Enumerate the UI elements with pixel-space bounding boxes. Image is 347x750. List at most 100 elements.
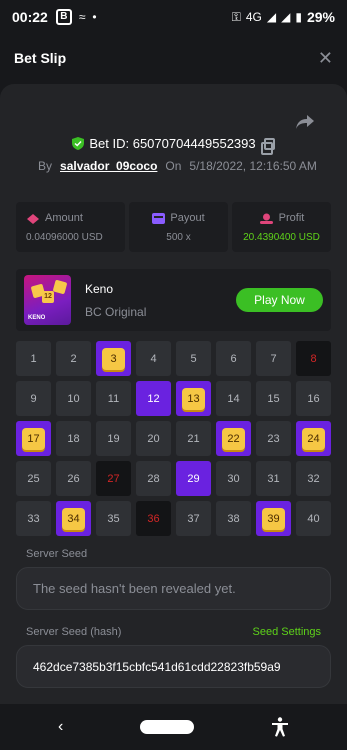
game-name: Keno xyxy=(85,281,114,296)
keno-cell-28: 28 xyxy=(136,461,171,496)
keno-thumbnail: 12 KENO xyxy=(24,275,71,325)
keno-cell-10: 10 xyxy=(56,381,91,416)
signal-icon-2: ◢ xyxy=(281,10,291,24)
keno-cell-14: 14 xyxy=(216,381,251,416)
username-link[interactable]: salvador_09coco xyxy=(60,159,157,173)
keno-cell-13: 13 xyxy=(176,381,211,416)
keno-cell-20: 20 xyxy=(136,421,171,456)
bet-id-row: Bet ID: 65070704449552393 xyxy=(0,136,347,155)
keno-cell-32: 32 xyxy=(296,461,331,496)
bet-byline: By salvador_09coco On 5/18/2022, 12:16:5… xyxy=(38,159,317,173)
bet-slip-header: Bet Slip ✕ xyxy=(0,40,347,76)
play-now-button[interactable]: Play Now xyxy=(236,288,323,312)
keno-cell-8: 8 xyxy=(296,341,331,376)
close-icon[interactable]: ✕ xyxy=(318,48,333,69)
amount-stat: Amount 0.04096000 USD xyxy=(16,202,125,252)
status-bar: 00:22 B ≈ • ⚿ 4G ◢ ◢ ▮ 29% xyxy=(0,0,347,34)
keno-thumbnail-label: KENO xyxy=(28,315,46,321)
keno-hit-gem: 34 xyxy=(62,507,85,530)
profit-label: Profit xyxy=(278,212,305,224)
keno-cell-12: 12 xyxy=(136,381,171,416)
keno-cell-7: 7 xyxy=(256,341,291,376)
keno-hit-gem: 3 xyxy=(102,347,125,370)
keno-hit-gem: 39 xyxy=(262,507,285,530)
keno-cell-23: 23 xyxy=(256,421,291,456)
keno-cell-25: 25 xyxy=(16,461,51,496)
amount-icon xyxy=(27,213,39,224)
keno-cell-27: 27 xyxy=(96,461,131,496)
home-pill[interactable] xyxy=(140,720,195,734)
keno-cell-4: 4 xyxy=(136,341,171,376)
notification-icon: ≈ xyxy=(78,10,86,24)
battery-icon: ▮ xyxy=(295,10,302,24)
by-label: By xyxy=(38,159,53,173)
on-label: On xyxy=(165,159,182,173)
payout-label: Payout xyxy=(170,212,205,224)
keno-grid: 1 2 3 4 5 6 7 8 9 10 11 12 13 14 15 16 17 18 19 20 21 22 23 24 2… xyxy=(16,341,331,536)
keno-cell-11: 11 xyxy=(96,381,131,416)
keno-hit-gem: 17 xyxy=(22,427,45,450)
profit-stat: Profit 20.4390400 USD xyxy=(232,202,331,252)
keno-cell-18: 18 xyxy=(56,421,91,456)
server-seed-hash-field[interactable]: 462dce7385b3f15cbfc541d61cdd22823fb59a9 xyxy=(16,645,331,688)
keno-hit-gem: 24 xyxy=(302,427,325,450)
keno-hit-gem: 13 xyxy=(182,387,205,410)
keno-cell-5: 5 xyxy=(176,341,211,376)
payout-stat: Payout 500 x xyxy=(129,202,228,252)
android-nav-bar: ‹ xyxy=(0,704,347,750)
amount-label: Amount xyxy=(45,212,83,224)
bet-stats: Amount 0.04096000 USD Payout 500 x Profi… xyxy=(16,202,331,252)
dot-icon: • xyxy=(92,10,97,24)
back-icon[interactable]: ‹ xyxy=(58,718,63,736)
signal-icon: ◢ xyxy=(266,10,277,24)
keno-cell-3: 3 xyxy=(96,341,131,376)
keno-cell-19: 19 xyxy=(96,421,131,456)
seed-settings-link[interactable]: Seed Settings xyxy=(253,626,322,638)
network-type: 4G xyxy=(245,10,262,24)
accessibility-icon[interactable] xyxy=(271,717,289,737)
status-time: 00:22 xyxy=(12,9,48,25)
page-title: Bet Slip xyxy=(14,50,67,66)
battery-percent: 29% xyxy=(306,9,335,25)
bet-date: 5/18/2022, 12:16:50 AM xyxy=(189,159,317,173)
game-subtitle: BC Original xyxy=(85,304,147,319)
keno-cell-16: 16 xyxy=(296,381,331,416)
keno-cell-15: 15 xyxy=(256,381,291,416)
keno-cell-30: 30 xyxy=(216,461,251,496)
keno-cell-37: 37 xyxy=(176,501,211,536)
keno-cell-38: 38 xyxy=(216,501,251,536)
keno-cell-39: 39 xyxy=(256,501,291,536)
payout-value: 500 x xyxy=(166,232,191,243)
keno-cell-29: 29 xyxy=(176,461,211,496)
keno-cell-21: 21 xyxy=(176,421,211,456)
keno-cell-24: 24 xyxy=(296,421,331,456)
keno-cell-1: 1 xyxy=(16,341,51,376)
payout-icon xyxy=(152,212,166,224)
keno-cell-26: 26 xyxy=(56,461,91,496)
keno-cell-36: 36 xyxy=(136,501,171,536)
keno-cell-6: 6 xyxy=(216,341,251,376)
keno-cell-31: 31 xyxy=(256,461,291,496)
keno-cell-35: 35 xyxy=(96,501,131,536)
server-seed-field[interactable]: The seed hasn't been revealed yet. xyxy=(16,567,331,610)
amount-value: 0.04096000 USD xyxy=(26,232,103,243)
copy-icon[interactable] xyxy=(260,137,275,155)
bet-slip-panel: Bet ID: 65070704449552393 By salvador_09… xyxy=(0,84,347,704)
keno-cell-22: 22 xyxy=(216,421,251,456)
vpn-key-icon: ⚿ xyxy=(231,9,241,24)
b-app-icon: B xyxy=(55,9,72,25)
server-seed-label: Server Seed xyxy=(26,548,88,560)
keno-hit-gem: 22 xyxy=(222,427,245,450)
verified-shield-icon xyxy=(72,137,85,150)
keno-cell-9: 9 xyxy=(16,381,51,416)
server-seed-hash-label: Server Seed (hash) xyxy=(26,626,122,638)
profit-icon xyxy=(259,213,273,224)
keno-cell-34: 34 xyxy=(56,501,91,536)
bet-id-text: Bet ID: 65070704449552393 xyxy=(89,136,256,151)
keno-cell-33: 33 xyxy=(16,501,51,536)
keno-cell-40: 40 xyxy=(296,501,331,536)
profit-value: 20.4390400 USD xyxy=(243,232,320,243)
share-icon[interactable] xyxy=(295,114,315,130)
keno-cell-2: 2 xyxy=(56,341,91,376)
game-card: 12 KENO Keno BC Original Play Now xyxy=(16,269,331,331)
